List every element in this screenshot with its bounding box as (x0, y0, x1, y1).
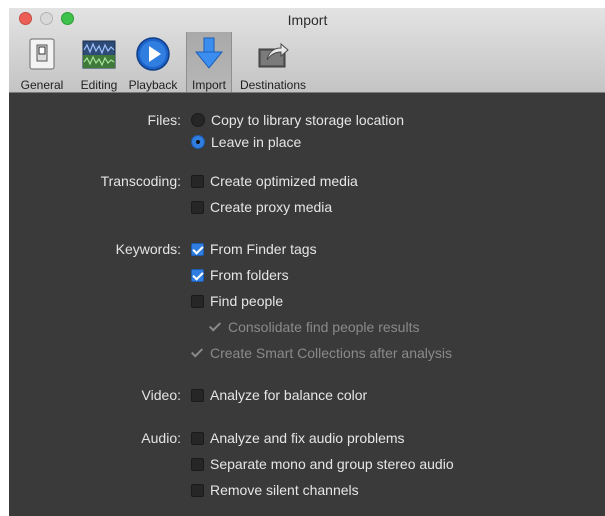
separate-mono-stereo-checkbox[interactable]: Separate mono and group stereo audio (191, 455, 454, 473)
destinations-share-icon (255, 36, 291, 72)
copy-to-library-radio[interactable]: Copy to library storage location (191, 111, 404, 129)
checkbox-box[interactable] (191, 389, 204, 402)
analyze-balance-color-label: Analyze for balance color (210, 387, 368, 403)
from-folders-label: From folders (210, 267, 289, 283)
checkbox-box[interactable] (191, 201, 204, 214)
checkbox-box-checked[interactable] (191, 269, 204, 282)
checkbox-box[interactable] (191, 432, 204, 445)
checkbox-box[interactable] (191, 175, 204, 188)
preferences-window: Import General Editing Playback Import D… (9, 8, 605, 516)
radio-indicator-selected[interactable] (191, 135, 205, 149)
keywords-label: Keywords: (115, 241, 181, 257)
checkbox-box-checked[interactable] (191, 243, 204, 256)
analyze-balance-color-checkbox[interactable]: Analyze for balance color (191, 386, 367, 404)
tab-destinations-label: Destinations (239, 78, 307, 92)
checkmark-icon (209, 321, 222, 334)
files-label: Files: (147, 112, 181, 128)
tab-general-label: General (20, 78, 64, 92)
playback-play-icon (135, 36, 171, 72)
radio-indicator[interactable] (191, 113, 205, 127)
from-finder-tags-checkbox[interactable]: From Finder tags (191, 240, 317, 258)
titlebar-toolbar: Import General Editing Playback Import D… (9, 8, 605, 93)
find-people-label: Find people (210, 293, 284, 309)
audio-label: Audio: (141, 430, 181, 446)
tab-destinations[interactable]: Destinations (233, 32, 313, 92)
tab-playback[interactable]: Playback (125, 32, 181, 92)
tab-import-label: Import (191, 78, 226, 92)
tab-playback-label: Playback (128, 78, 178, 92)
create-proxy-media-label: Create proxy media (210, 199, 333, 215)
from-finder-tags-label: From Finder tags (210, 241, 317, 257)
import-arrow-icon (191, 36, 227, 72)
find-people-checkbox[interactable]: Find people (191, 292, 283, 310)
window-title: Import (287, 12, 328, 28)
consolidate-find-people-checkbox: Consolidate find people results (209, 318, 419, 336)
remove-silent-channels-checkbox[interactable]: Remove silent channels (191, 481, 359, 499)
editing-waveform-icon (81, 36, 117, 72)
transcoding-label: Transcoding: (100, 173, 181, 189)
general-switch-icon (24, 36, 60, 72)
analyze-fix-audio-label: Analyze and fix audio problems (210, 430, 405, 446)
tab-general[interactable]: General (14, 32, 70, 92)
create-optimized-media-checkbox[interactable]: Create optimized media (191, 172, 358, 190)
copy-to-library-label: Copy to library storage location (211, 112, 404, 128)
create-optimized-media-label: Create optimized media (210, 173, 358, 189)
leave-in-place-radio[interactable]: Leave in place (191, 133, 301, 151)
checkbox-box[interactable] (191, 484, 204, 497)
checkmark-icon (191, 347, 204, 360)
tab-editing-label: Editing (80, 78, 118, 92)
separate-mono-stereo-label: Separate mono and group stereo audio (210, 456, 454, 472)
checkbox-box[interactable] (191, 458, 204, 471)
create-proxy-media-checkbox[interactable]: Create proxy media (191, 198, 332, 216)
tab-import[interactable]: Import (186, 32, 232, 92)
analyze-fix-audio-checkbox[interactable]: Analyze and fix audio problems (191, 429, 405, 447)
remove-silent-channels-label: Remove silent channels (210, 482, 359, 498)
tab-editing[interactable]: Editing (73, 32, 125, 92)
create-smart-collections-checkbox: Create Smart Collections after analysis (191, 344, 452, 362)
from-folders-checkbox[interactable]: From folders (191, 266, 289, 284)
create-smart-collections-label: Create Smart Collections after analysis (210, 345, 452, 361)
leave-in-place-label: Leave in place (211, 134, 302, 150)
video-label: Video: (141, 387, 181, 403)
consolidate-find-people-label: Consolidate find people results (228, 319, 420, 335)
checkbox-box[interactable] (191, 295, 204, 308)
